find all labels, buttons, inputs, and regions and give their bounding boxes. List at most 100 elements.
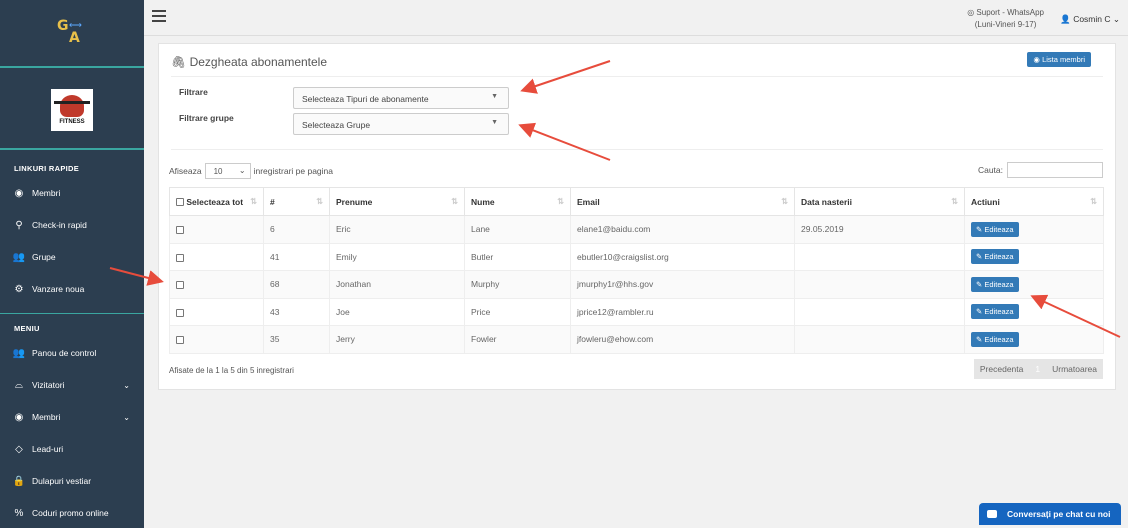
edit-button[interactable]: ✎ Editeaza <box>971 221 1019 237</box>
hamburger-menu-icon[interactable] <box>152 10 166 22</box>
chat-widget-button[interactable]: Conversați pe chat cu noi <box>979 503 1121 525</box>
cell-nume: Murphy <box>464 270 571 299</box>
chevron-down-icon: ⌄ <box>123 412 130 422</box>
caret-down-icon: ▼ <box>491 119 498 126</box>
sidebar-item-vanzare[interactable]: ⚙ Vanzare noua <box>0 273 144 305</box>
edit-button[interactable]: ✎ Editeaza <box>971 249 1019 265</box>
table-cell <box>169 297 264 326</box>
sidebar: G ⟷ A FITNESS LINKURI RAPIDE ◉ Membri ⚲ … <box>0 0 144 528</box>
users-icon: 👥 <box>12 347 26 359</box>
app-logo[interactable]: G ⟷ A <box>55 18 89 48</box>
support-link[interactable]: ◎ Suport - WhatsApp (Luni-Vineri 9-17) <box>967 7 1044 31</box>
prev-button[interactable]: Precedenta <box>973 359 1030 379</box>
cell-email: elane1@baidu.com <box>570 215 795 244</box>
edit-icon: ✎ <box>976 307 983 317</box>
sidebar-item-membri-menu[interactable]: ◉ Membri ⌄ <box>0 401 144 433</box>
edit-button[interactable]: ✎ Editeaza <box>971 304 1019 320</box>
cell-prenume: Emily <box>329 242 465 271</box>
table-cell: ✎ Editeaza <box>964 242 1104 271</box>
chevron-down-icon: ⌄ <box>238 166 246 175</box>
header-dob[interactable]: Data nasterii ⇅ <box>794 187 965 216</box>
table-cell: ✎ Editeaza <box>964 270 1104 299</box>
sort-icon: ⇅ <box>557 197 564 206</box>
table-cell <box>169 242 264 271</box>
cell-id: 41 <box>263 242 330 271</box>
cell-id: 6 <box>263 215 330 244</box>
pagination: Precedenta 1 Urmatoarea <box>973 359 1103 379</box>
row-checkbox[interactable] <box>176 226 184 234</box>
cell-dob <box>794 325 965 354</box>
app-logo-area: G ⟷ A <box>0 0 144 68</box>
edit-button[interactable]: ✎ Editeaza <box>971 276 1019 292</box>
edit-icon: ✎ <box>976 252 983 262</box>
table-cell: ✎ Editeaza <box>964 297 1104 326</box>
edit-icon: ✎ <box>976 224 983 234</box>
diamond-icon: ◇ <box>15 443 23 455</box>
search-input[interactable] <box>1007 162 1103 178</box>
sort-icon: ⇅ <box>451 197 458 206</box>
group-select[interactable]: Selecteaza Grupe ▼ <box>293 113 509 135</box>
sidebar-item-dulapuri[interactable]: 🔒 Dulapuri vestiar <box>0 465 144 497</box>
sort-icon: ⇅ <box>951 197 958 206</box>
filter-label: Filtrare <box>179 87 208 97</box>
lista-membri-button[interactable]: ◉ Lista membri <box>1027 52 1091 67</box>
subscription-type-select[interactable]: Selecteaza Tipuri de abonamente ▼ <box>293 87 509 109</box>
table-cell: ✎ Editeaza <box>964 215 1104 244</box>
sidebar-item-check-in[interactable]: ⚲ Check-in rapid <box>0 209 144 241</box>
row-checkbox[interactable] <box>176 336 184 344</box>
table-row: 41 Emily Butler ebutler10@craigslist.org ✎ E… <box>169 242 1104 271</box>
next-button[interactable]: Urmatoarea <box>1046 359 1103 379</box>
user-menu[interactable]: 👤 Cosmin C ⌄ <box>1060 14 1120 25</box>
header-actiuni[interactable]: Actiuni ⇅ <box>964 187 1104 216</box>
group-filter-label: Filtrare grupe <box>179 113 234 123</box>
edit-icon: ✎ <box>976 279 983 289</box>
cell-email: ebutler10@craigslist.org <box>570 242 795 271</box>
cell-prenume: Jonathan <box>329 270 465 299</box>
paperclip-icon: 🖇 <box>171 55 187 69</box>
gym-logo-area: FITNESS <box>0 72 144 150</box>
glasses-icon: ⌓ <box>15 379 23 391</box>
header-select-all[interactable]: Selecteaza tot ⇅ <box>169 187 264 216</box>
sidebar-item-coduri[interactable]: % Coduri promo online <box>0 497 144 528</box>
row-checkbox[interactable] <box>176 308 184 317</box>
sidebar-item-panou[interactable]: 👥 Panou de control <box>0 337 144 369</box>
sort-icon: ⇅ <box>316 197 323 206</box>
sidebar-item-lead-uri[interactable]: ◇ Lead-uri <box>0 433 144 465</box>
cell-prenume: Jerry <box>329 325 465 354</box>
cell-id: 35 <box>263 325 330 354</box>
row-checkbox[interactable] <box>176 253 184 262</box>
page-1-button[interactable]: 1 <box>1029 359 1047 379</box>
lock-icon: 🔒 <box>12 475 26 487</box>
cell-id: 68 <box>263 270 330 299</box>
percent-icon: % <box>14 507 24 519</box>
table-cell <box>169 325 264 354</box>
cell-dob <box>794 242 965 271</box>
select-all-checkbox[interactable] <box>176 198 184 207</box>
page-length-select[interactable]: 10 ⌄ <box>204 163 251 179</box>
cell-email: jfowleru@ehow.com <box>570 325 795 354</box>
cell-nume: Fowler <box>464 325 571 354</box>
table-row: 35 Jerry Fowler jfowleru@ehow.com ✎ Editeaza <box>169 325 1104 354</box>
sidebar-item-grupe[interactable]: 👥 Grupe <box>0 241 144 273</box>
divider <box>171 149 1103 150</box>
caret-down-icon: ▼ <box>491 93 498 100</box>
header-nume[interactable]: Nume ⇅ <box>464 187 571 216</box>
edit-icon: ✎ <box>976 334 983 344</box>
cell-nume: Lane <box>464 215 571 244</box>
edit-button[interactable]: ✎ Editeaza <box>971 331 1019 347</box>
row-checkbox[interactable] <box>176 281 184 289</box>
cell-nume: Butler <box>464 242 571 271</box>
sidebar-item-vizitatori[interactable]: ⌓ Vizitatori ⌄ <box>0 369 144 401</box>
menu-title: MENIU <box>14 324 40 333</box>
search-control: Cauta: <box>978 162 1103 178</box>
header-prenume[interactable]: Prenume ⇅ <box>329 187 465 216</box>
header-email[interactable]: Email ⇅ <box>570 187 795 216</box>
sidebar-item-membri[interactable]: ◉ Membri <box>0 177 144 209</box>
divider <box>171 76 1103 77</box>
cell-dob: 29.05.2019 <box>794 215 965 244</box>
chat-bubble-icon <box>987 510 997 518</box>
user-icon: 👤 <box>1060 14 1071 24</box>
cog-icon: ⚙ <box>14 283 24 295</box>
table-cell <box>169 270 264 299</box>
header-id[interactable]: # ⇅ <box>263 187 330 216</box>
